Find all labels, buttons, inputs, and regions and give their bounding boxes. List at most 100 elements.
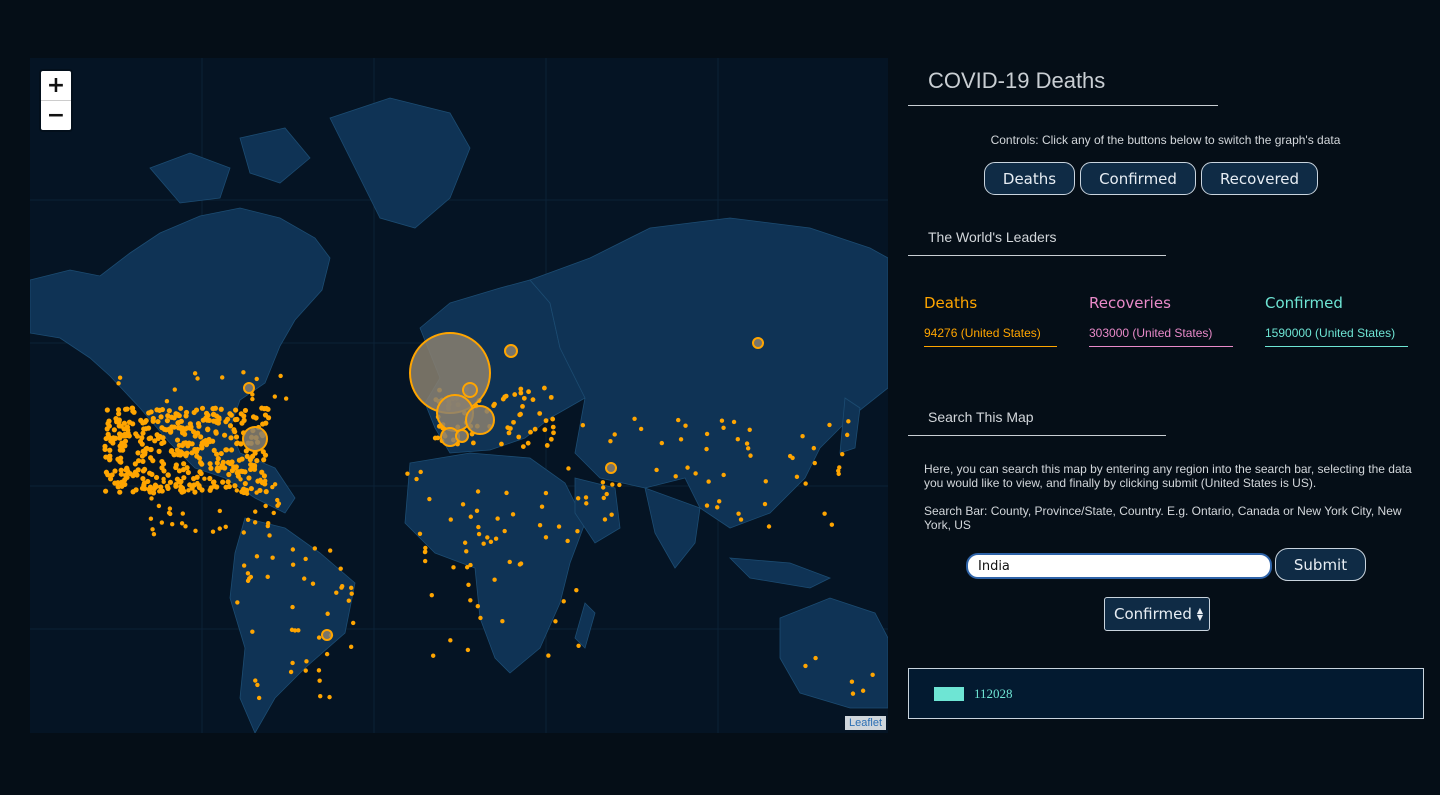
case-marker[interactable]: [316, 635, 322, 640]
case-marker[interactable]: [600, 485, 606, 490]
case-marker[interactable]: [465, 647, 471, 653]
case-marker[interactable]: [154, 432, 160, 438]
case-marker[interactable]: [140, 448, 146, 454]
case-marker[interactable]: [207, 475, 213, 482]
case-marker[interactable]: [530, 397, 536, 403]
case-marker[interactable]: [860, 688, 866, 693]
case-marker[interactable]: [602, 517, 608, 522]
case-marker[interactable]: [167, 479, 174, 485]
case-marker[interactable]: [849, 679, 855, 684]
case-marker[interactable]: [156, 503, 162, 509]
confirmed-button[interactable]: Confirmed: [1080, 162, 1196, 195]
case-marker[interactable]: [173, 483, 179, 489]
case-marker[interactable]: [261, 457, 267, 463]
case-marker[interactable]: [248, 574, 254, 580]
case-marker[interactable]: [556, 524, 562, 529]
case-marker[interactable]: [550, 416, 556, 422]
case-marker[interactable]: [117, 458, 123, 465]
case-marker[interactable]: [504, 490, 509, 496]
case-marker[interactable]: [186, 488, 191, 493]
case-marker[interactable]: [167, 506, 173, 511]
case-marker[interactable]: [417, 531, 423, 536]
case-marker[interactable]: [520, 404, 525, 409]
case-marker[interactable]: [324, 651, 330, 657]
case-marker[interactable]: [744, 441, 750, 446]
case-marker[interactable]: [223, 524, 228, 530]
case-marker[interactable]: [520, 444, 526, 450]
case-marker[interactable]: [223, 419, 229, 425]
case-marker[interactable]: [327, 694, 332, 700]
case-marker[interactable]: [736, 511, 741, 516]
case-marker[interactable]: [121, 420, 128, 426]
case-marker[interactable]: [448, 638, 453, 643]
case-marker[interactable]: [303, 556, 308, 562]
case-marker[interactable]: [234, 416, 240, 423]
case-marker[interactable]: [504, 344, 518, 358]
case-marker[interactable]: [348, 644, 354, 650]
case-marker[interactable]: [448, 517, 453, 522]
case-marker[interactable]: [139, 435, 145, 441]
case-marker[interactable]: [160, 461, 167, 467]
case-marker[interactable]: [553, 619, 558, 624]
case-marker[interactable]: [766, 524, 772, 529]
case-marker[interactable]: [119, 483, 125, 489]
case-marker[interactable]: [180, 450, 186, 457]
case-marker[interactable]: [150, 458, 156, 464]
case-marker[interactable]: [565, 538, 570, 544]
case-marker[interactable]: [608, 438, 613, 444]
case-marker[interactable]: [113, 416, 119, 422]
case-marker[interactable]: [485, 535, 490, 540]
case-marker[interactable]: [179, 521, 185, 526]
case-marker[interactable]: [290, 660, 295, 666]
case-marker[interactable]: [528, 429, 533, 435]
case-marker[interactable]: [219, 462, 225, 468]
case-marker[interactable]: [204, 417, 210, 423]
case-marker[interactable]: [474, 508, 480, 513]
case-marker[interactable]: [609, 512, 614, 517]
case-marker[interactable]: [195, 376, 200, 381]
case-marker[interactable]: [235, 470, 241, 476]
case-marker[interactable]: [178, 405, 184, 411]
case-marker[interactable]: [605, 462, 617, 474]
case-marker[interactable]: [111, 427, 117, 433]
deaths-button[interactable]: Deaths: [984, 162, 1075, 195]
case-marker[interactable]: [278, 373, 283, 379]
case-marker[interactable]: [170, 522, 175, 527]
case-marker[interactable]: [288, 669, 294, 675]
case-marker[interactable]: [418, 469, 423, 475]
case-marker[interactable]: [803, 663, 808, 669]
case-marker[interactable]: [265, 406, 271, 412]
case-marker[interactable]: [213, 430, 219, 436]
case-marker[interactable]: [117, 375, 123, 380]
case-marker[interactable]: [181, 475, 187, 481]
case-marker[interactable]: [220, 479, 226, 485]
case-marker[interactable]: [272, 394, 278, 399]
case-marker[interactable]: [232, 429, 238, 435]
case-marker[interactable]: [122, 406, 129, 412]
case-marker[interactable]: [836, 471, 841, 477]
case-marker[interactable]: [214, 466, 220, 473]
case-marker[interactable]: [290, 562, 296, 567]
case-marker[interactable]: [161, 439, 167, 445]
case-marker[interactable]: [187, 421, 193, 427]
case-marker[interactable]: [721, 425, 726, 430]
case-marker[interactable]: [228, 412, 234, 418]
case-marker[interactable]: [241, 370, 246, 375]
case-marker[interactable]: [129, 405, 136, 411]
case-marker[interactable]: [476, 524, 481, 530]
case-marker[interactable]: [468, 598, 473, 603]
case-marker[interactable]: [195, 420, 202, 427]
case-marker[interactable]: [506, 430, 512, 436]
case-marker[interactable]: [102, 443, 108, 449]
case-marker[interactable]: [521, 395, 527, 401]
case-marker[interactable]: [107, 447, 113, 453]
case-marker[interactable]: [106, 434, 112, 440]
case-marker[interactable]: [183, 440, 189, 446]
case-marker[interactable]: [233, 464, 239, 470]
case-marker[interactable]: [267, 533, 272, 538]
case-marker[interactable]: [220, 375, 225, 380]
case-marker[interactable]: [250, 629, 255, 634]
case-marker[interactable]: [455, 429, 469, 443]
case-marker[interactable]: [500, 619, 505, 624]
case-marker[interactable]: [470, 440, 476, 446]
